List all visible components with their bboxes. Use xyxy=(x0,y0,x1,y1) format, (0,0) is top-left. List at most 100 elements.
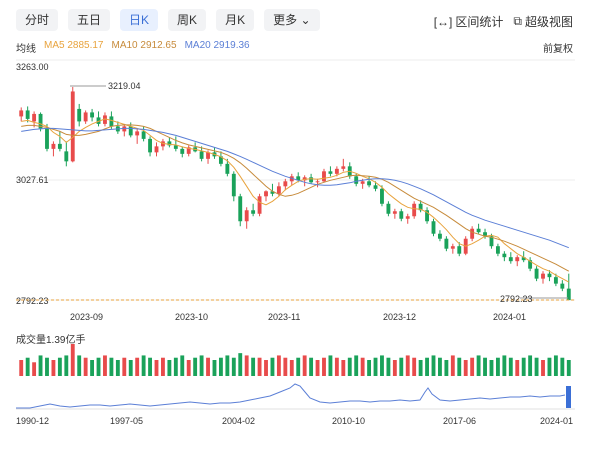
candles xyxy=(19,86,571,301)
volume-bar xyxy=(425,357,429,376)
volume-bar xyxy=(122,357,127,376)
volume-bar xyxy=(103,355,107,376)
volume-bar xyxy=(547,357,552,376)
candle-body xyxy=(315,181,320,183)
volume-bar xyxy=(148,357,152,376)
x-label-3: 2023-11 xyxy=(268,312,300,322)
volume-bar xyxy=(386,357,391,376)
volume-bar xyxy=(380,355,384,376)
volume-bar xyxy=(302,355,307,376)
overview-label-2: 1997-05 xyxy=(110,416,143,426)
overview-label-5: 2017-06 xyxy=(443,416,476,426)
candle-body xyxy=(444,238,449,249)
volume-bar xyxy=(212,360,217,376)
volume-bar xyxy=(289,360,294,376)
y-label-top: 3263.00 xyxy=(16,62,49,72)
y-label-mid: 3027.61 xyxy=(16,175,49,185)
volume-bar xyxy=(167,360,172,376)
candle-body xyxy=(225,163,230,174)
volume-bar xyxy=(264,360,268,376)
x-label-2: 2023-10 xyxy=(175,312,208,322)
volume-bar xyxy=(141,355,146,376)
volume-chart xyxy=(19,344,571,376)
volume-bar xyxy=(186,360,191,376)
volume-bar xyxy=(553,355,558,376)
volume-bar xyxy=(315,360,320,376)
volume-bar xyxy=(476,355,481,376)
candle-body xyxy=(141,131,146,139)
candle-body xyxy=(283,181,288,187)
x-label-4: 2023-12 xyxy=(383,312,416,322)
candle-body xyxy=(392,211,397,214)
volume-bar xyxy=(193,357,198,376)
candle-body xyxy=(199,151,204,159)
volume-bar xyxy=(431,355,436,376)
overview-label-4: 2010-10 xyxy=(332,416,365,426)
volume-bar xyxy=(457,357,462,376)
overview-selection-handle[interactable] xyxy=(566,386,571,408)
volume-bar xyxy=(328,355,333,376)
volume-bar xyxy=(367,360,372,376)
volume-bar xyxy=(399,357,404,376)
candle-body xyxy=(495,246,500,254)
candle-body xyxy=(109,116,114,127)
candle-body xyxy=(373,185,378,189)
candle-body xyxy=(238,196,243,222)
volume-bar xyxy=(96,357,101,376)
overview-label-1: 1990-12 xyxy=(16,416,49,426)
volume-bar xyxy=(373,357,378,376)
candle-body xyxy=(25,110,30,119)
ma20-line xyxy=(21,127,569,249)
candle-body xyxy=(70,91,75,162)
volume-bar xyxy=(495,357,500,376)
volume-bar xyxy=(128,360,133,376)
candle-body xyxy=(231,173,236,197)
volume-bar xyxy=(45,357,49,376)
candle-body xyxy=(90,112,95,118)
candlestick-chart[interactable]: 3263.00 3027.61 2792.23 3219.04 2792.23 … xyxy=(0,0,591,330)
candle-body xyxy=(77,108,82,122)
candle-body xyxy=(276,186,281,194)
y-label-bottom: 2792.23 xyxy=(16,296,49,306)
volume-bar xyxy=(51,360,56,376)
grid-lines xyxy=(16,59,575,301)
overview-chart[interactable]: 1990-12 1997-05 2004-02 2010-10 2017-06 … xyxy=(0,382,591,452)
volume-bar xyxy=(566,360,571,376)
candle-body xyxy=(508,257,513,262)
volume-bar xyxy=(154,360,159,376)
candle-body xyxy=(470,228,475,239)
max-marker-label: 3219.04 xyxy=(108,81,141,91)
candle-body xyxy=(360,181,365,184)
candle-body xyxy=(57,143,62,149)
volume-bar xyxy=(90,360,95,376)
candle-body xyxy=(264,191,268,197)
volume-bar xyxy=(463,360,468,376)
candle-body xyxy=(405,216,410,219)
candle-body xyxy=(45,128,49,149)
volume-bar xyxy=(70,344,75,376)
volume-bar xyxy=(334,357,339,376)
volume-bar xyxy=(341,360,346,376)
candle-body xyxy=(457,246,462,254)
candle-body xyxy=(51,143,56,149)
volume-bar xyxy=(392,360,397,376)
candle-body xyxy=(334,168,339,174)
volume-bar xyxy=(283,357,288,376)
candle-body xyxy=(502,253,507,258)
candle-body xyxy=(180,148,185,154)
volume-bar xyxy=(483,357,487,376)
volume-bar xyxy=(32,362,37,376)
candle-body xyxy=(341,166,346,169)
volume-bar xyxy=(450,355,455,376)
min-marker-label: 2792.23 xyxy=(500,294,533,304)
x-label-1: 2023-09 xyxy=(70,312,103,322)
ma10-line xyxy=(21,124,570,272)
candle-body xyxy=(322,171,326,182)
candle-body xyxy=(309,177,314,183)
candle-body xyxy=(173,145,178,149)
volume-bar xyxy=(322,357,326,376)
volume-bar xyxy=(218,357,223,376)
volume-bar xyxy=(83,357,88,376)
volume-bar xyxy=(418,360,423,376)
candle-body xyxy=(244,210,249,222)
